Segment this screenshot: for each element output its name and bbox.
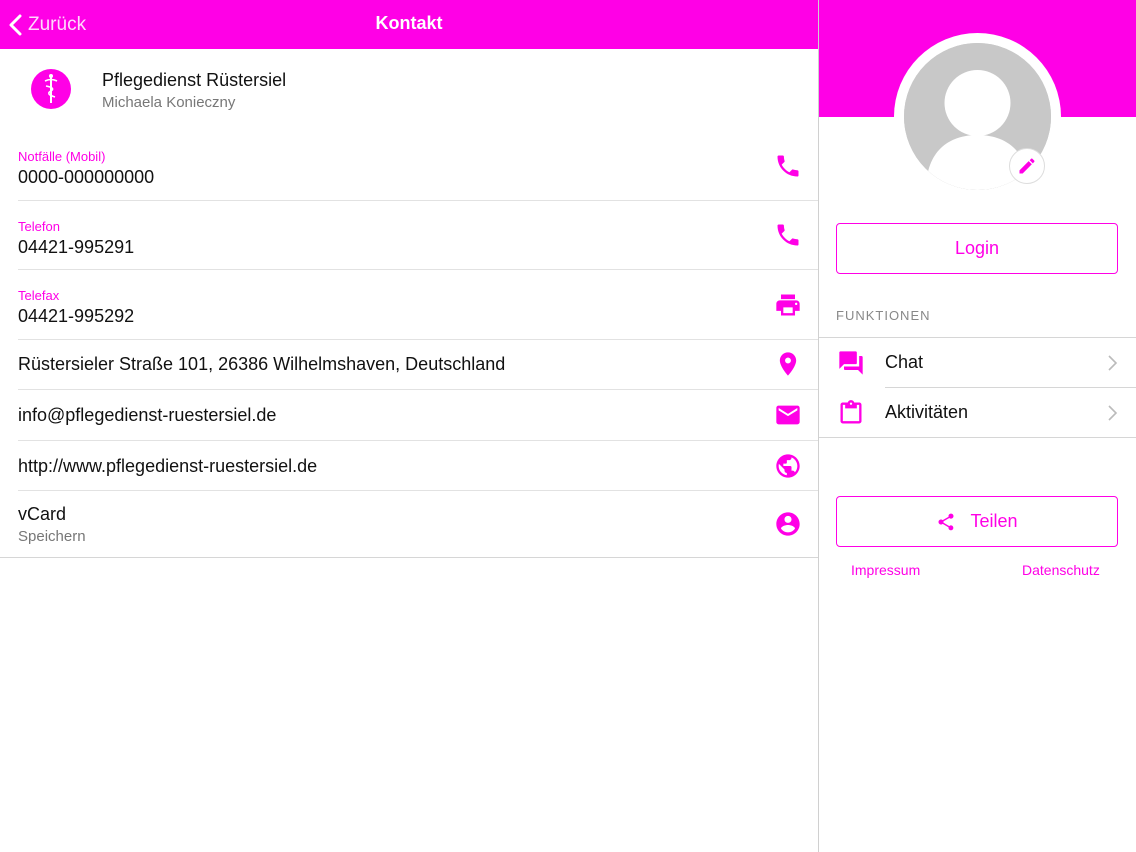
fax-row[interactable]: Telefax 04421-995292: [18, 270, 818, 340]
chevron-right-icon: [1106, 354, 1118, 372]
globe-icon[interactable]: [774, 452, 802, 480]
printer-icon[interactable]: [774, 291, 802, 319]
login-button[interactable]: Login: [836, 223, 1118, 274]
fax-number: 04421-995292: [18, 306, 135, 326]
mail-icon[interactable]: [774, 401, 802, 429]
share-icon: [938, 513, 954, 530]
website-text: http://www.pflegedienst-ruestersiel.de: [18, 456, 318, 476]
emergency-label: Notfälle (Mobil): [18, 149, 106, 164]
organization-name: Pflegedienst Rüstersiel: [102, 70, 287, 90]
list-bottom-divider: [0, 557, 818, 558]
menu-bottom-divider: [819, 437, 1136, 438]
pencil-icon: [1019, 158, 1035, 174]
telephone-number: 04421-995291: [18, 237, 135, 257]
page-title: Kontakt: [375, 13, 443, 33]
menu-item-activities[interactable]: Aktivitäten: [819, 388, 1136, 438]
phone-icon[interactable]: [774, 221, 802, 249]
vcard-title: vCard: [18, 504, 67, 524]
vcard-row[interactable]: vCard Speichern: [18, 491, 818, 557]
emergency-number: 0000-000000000: [18, 167, 155, 187]
vcard-save-label: Speichern: [18, 528, 86, 545]
login-label: Login: [954, 238, 1000, 258]
website-row[interactable]: http://www.pflegedienst-ruestersiel.de: [18, 441, 818, 491]
functions-section-title: FUNKTIONEN: [836, 308, 931, 323]
impressum-link[interactable]: Impressum: [851, 562, 920, 578]
share-button[interactable]: Teilen: [836, 496, 1118, 547]
caduceus-icon: [31, 69, 71, 109]
emergency-phone-row[interactable]: Notfälle (Mobil) 0000-000000000: [18, 135, 818, 201]
chat-icon: [837, 349, 865, 377]
menu-item-chat[interactable]: Chat: [819, 338, 1136, 388]
chevron-right-icon: [1106, 404, 1118, 422]
organization-contact-person: Michaela Konieczny: [102, 94, 236, 111]
privacy-link[interactable]: Datenschutz: [1022, 562, 1100, 578]
menu-item-chat-label: Chat: [885, 352, 924, 372]
contact-pane: Zurück Kontakt Pflegedienst Rüstersiel M…: [0, 0, 818, 852]
address-row[interactable]: Rüstersieler Straße 101, 26386 Wilhelmsh…: [18, 340, 818, 390]
sidebar: Login FUNKTIONEN Chat Aktivitäten Teilen…: [819, 0, 1136, 852]
account-circle-icon[interactable]: [774, 510, 802, 538]
organization-header: Pflegedienst Rüstersiel Michaela Koniecz…: [0, 49, 818, 135]
fax-label: Telefax: [18, 288, 60, 303]
share-label: Teilen: [970, 511, 1018, 531]
map-pin-icon[interactable]: [774, 350, 802, 378]
app-window: Zurück Kontakt Pflegedienst Rüstersiel M…: [0, 0, 1136, 852]
phone-icon[interactable]: [774, 152, 802, 180]
navigation-bar: Zurück Kontakt: [0, 0, 818, 49]
menu-item-activities-label: Aktivitäten: [885, 402, 969, 422]
address-text: Rüstersieler Straße 101, 26386 Wilhelmsh…: [18, 354, 506, 374]
email-row[interactable]: info@pflegedienst-ruestersiel.de: [18, 390, 818, 441]
email-text: info@pflegedienst-ruestersiel.de: [18, 405, 277, 425]
telephone-row[interactable]: Telefon 04421-995291: [18, 201, 818, 270]
edit-avatar-button[interactable]: [1009, 148, 1045, 184]
telephone-label: Telefon: [18, 219, 60, 234]
clipboard-icon: [837, 399, 865, 427]
